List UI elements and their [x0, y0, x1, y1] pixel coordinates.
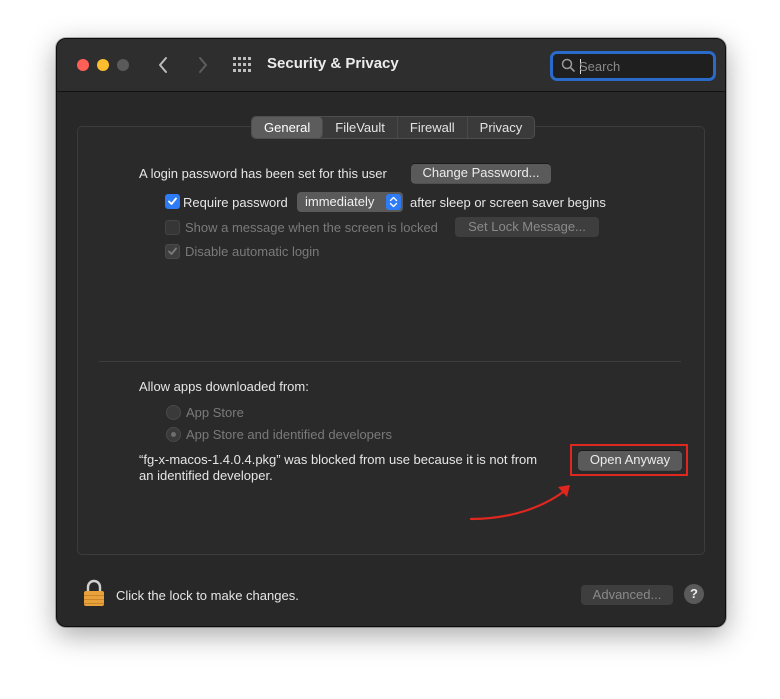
help-button[interactable]: ? — [684, 584, 704, 604]
tab-privacy[interactable]: Privacy — [468, 117, 535, 138]
tab-filevault[interactable]: FileVault — [323, 117, 398, 138]
disable-auto-login-checkbox[interactable] — [165, 244, 180, 259]
search-icon — [561, 58, 575, 72]
back-chevron-icon[interactable] — [153, 53, 175, 77]
require-password-suffix: after sleep or screen saver begins — [410, 195, 606, 210]
show-message-checkbox[interactable] — [165, 220, 180, 235]
app-store-identified-label: App Store and identified developers — [186, 427, 392, 442]
search-input[interactable] — [579, 56, 707, 76]
window-title: Security & Privacy — [267, 55, 399, 72]
change-password-button[interactable]: Change Password... — [411, 163, 551, 183]
tab-bar: General FileVault Firewall Privacy — [251, 116, 536, 139]
lock-text: Click the lock to make changes. — [116, 588, 299, 603]
security-privacy-window: Security & Privacy General FileVault Fir… — [56, 38, 726, 627]
blocked-message-line-1: “fg-x-macos-1.4.0.4.pkg” was blocked fro… — [139, 452, 538, 467]
search-box[interactable] — [550, 51, 716, 81]
advanced-button[interactable]: Advanced... — [581, 585, 673, 605]
zoom-window-button[interactable] — [117, 59, 129, 71]
select-chevron-icon — [386, 194, 401, 210]
title-bar: Security & Privacy — [57, 39, 725, 92]
radio-selected-dot — [171, 432, 176, 437]
forward-chevron-icon[interactable] — [191, 53, 213, 77]
close-window-button[interactable] — [77, 59, 89, 71]
require-password-checkbox[interactable] — [165, 194, 180, 209]
login-password-text: A login password has been set for this u… — [139, 166, 387, 181]
tab-firewall[interactable]: Firewall — [398, 117, 468, 138]
require-password-select[interactable]: immediately — [297, 192, 403, 212]
tab-general[interactable]: General — [252, 117, 324, 138]
require-password-value: immediately — [305, 194, 375, 209]
allow-apps-heading: Allow apps downloaded from: — [139, 379, 309, 394]
app-store-label: App Store — [186, 405, 244, 420]
set-lock-message-button[interactable]: Set Lock Message... — [455, 217, 599, 237]
show-all-grid-icon[interactable] — [233, 57, 251, 73]
blocked-message-line-2: an identified developer. — [139, 468, 273, 483]
app-store-radio[interactable] — [166, 405, 181, 420]
disable-auto-login-label: Disable automatic login — [185, 244, 320, 259]
require-password-label: Require password — [183, 195, 288, 210]
show-message-label: Show a message when the screen is locked — [185, 220, 438, 235]
minimize-window-button[interactable] — [97, 59, 109, 71]
pointer-arrow-icon — [469, 485, 570, 521]
lock-icon[interactable] — [83, 579, 105, 607]
section-divider — [99, 361, 681, 362]
open-anyway-highlight-box — [570, 444, 688, 476]
settings-panel — [77, 126, 705, 555]
app-store-identified-radio[interactable] — [166, 427, 181, 442]
